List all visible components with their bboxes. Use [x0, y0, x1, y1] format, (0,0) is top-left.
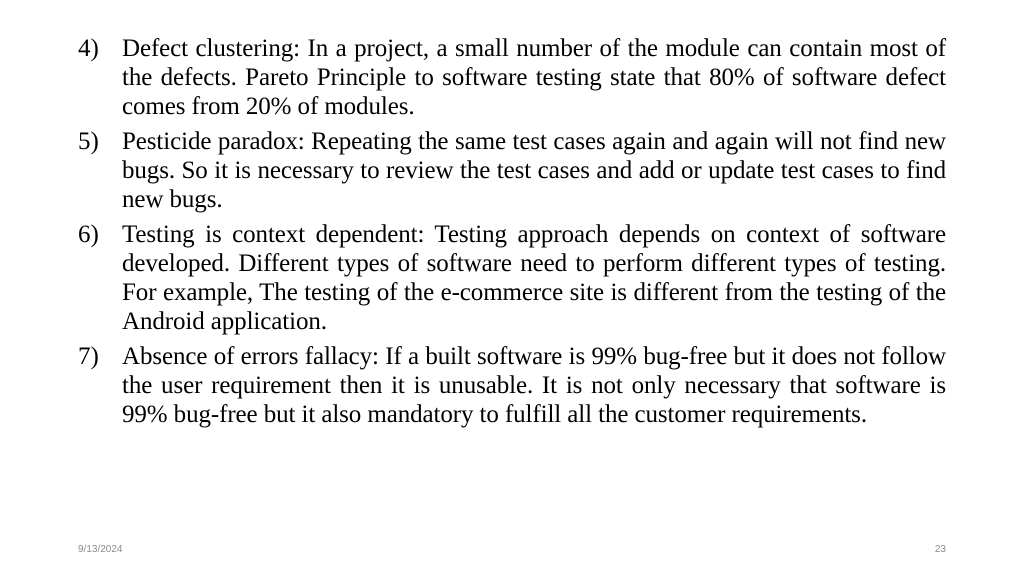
- list-item-number: 5): [78, 128, 99, 155]
- list-item-text: Testing is context dependent: Testing ap…: [122, 221, 946, 335]
- list-item-number: 7): [78, 343, 99, 370]
- list-item-context-dependent: 6) Testing is context dependent: Testing…: [78, 220, 946, 336]
- list-item-pesticide-paradox: 5) Pesticide paradox: Repeating the same…: [78, 127, 946, 214]
- list-item-text: Pesticide paradox: Repeating the same te…: [122, 128, 946, 213]
- list-item-number: 6): [78, 221, 99, 248]
- list-item-text: Defect clustering: In a project, a small…: [122, 35, 946, 120]
- list-item-number: 4): [78, 35, 99, 62]
- footer-date: 9/13/2024: [78, 544, 123, 555]
- numbered-list: 4) Defect clustering: In a project, a sm…: [78, 34, 946, 435]
- list-item-text: Absence of errors fallacy: If a built so…: [122, 343, 946, 428]
- slide-number: 23: [934, 544, 946, 555]
- list-item-absence-of-errors: 7) Absence of errors fallacy: If a built…: [78, 342, 946, 429]
- list-item-defect-clustering: 4) Defect clustering: In a project, a sm…: [78, 34, 946, 121]
- slide: 4) Defect clustering: In a project, a sm…: [0, 0, 1024, 576]
